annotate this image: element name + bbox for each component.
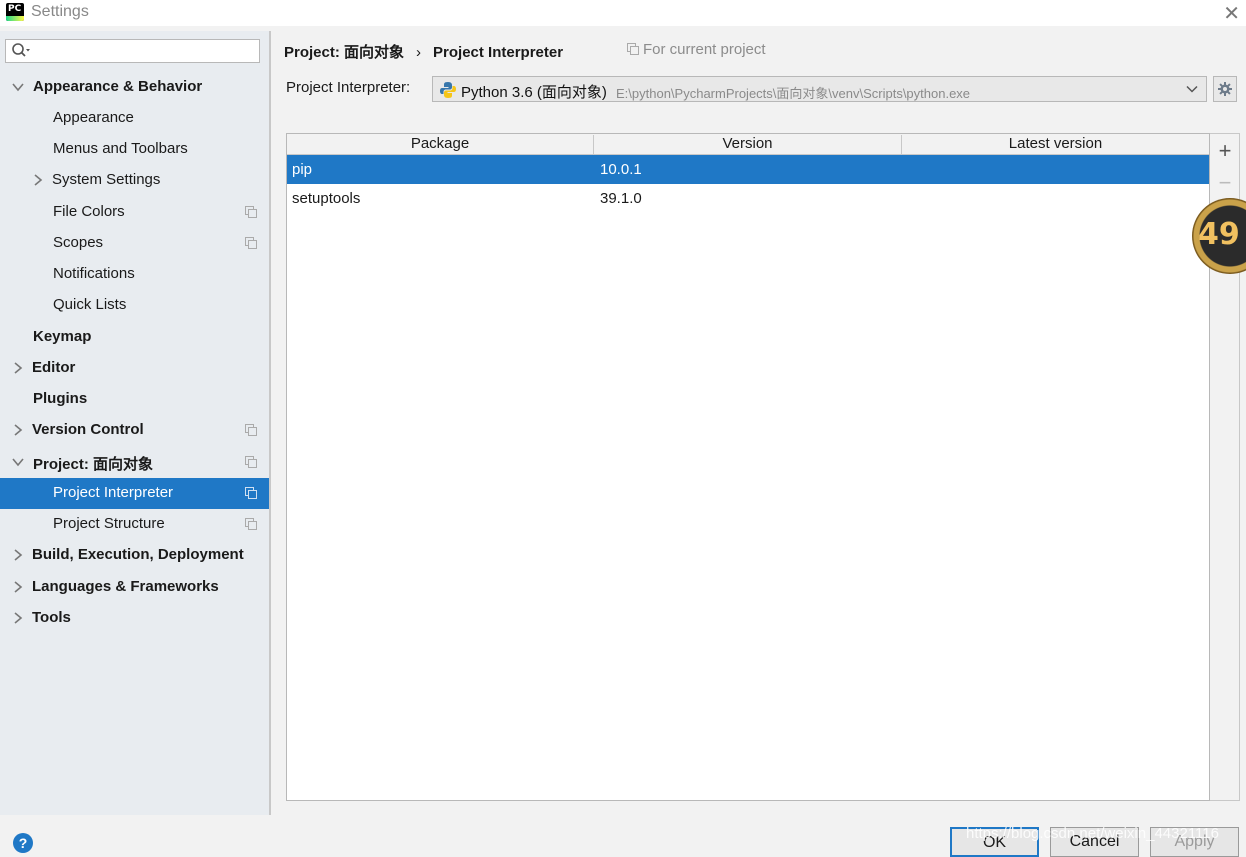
scope-note-text: For current project	[643, 41, 766, 58]
sidebar-item-label: Editor	[32, 359, 76, 376]
search-box[interactable]	[5, 39, 260, 63]
sidebar-item-appearance-behavior[interactable]: Appearance & Behavior	[0, 72, 269, 103]
interpreter-settings-button[interactable]	[1213, 76, 1237, 102]
sidebar-item-label: Quick Lists	[53, 296, 127, 313]
sidebar-item-label: Notifications	[53, 265, 135, 282]
chevron-down-icon[interactable]	[11, 80, 25, 94]
sidebar-item-label: Appearance & Behavior	[33, 78, 203, 95]
overlay-badge-number: 49	[1198, 217, 1240, 252]
package-name: pip	[292, 161, 313, 178]
package-version: 10.0.1	[600, 161, 642, 178]
project-scope-icon	[245, 456, 257, 468]
sidebar-item-quick-lists[interactable]: Quick Lists	[0, 290, 269, 321]
column-header-latest-version[interactable]: Latest version	[902, 135, 1209, 154]
project-scope-icon	[627, 43, 639, 55]
watermark-text: https://blog.csdn.net/weixin_44321116	[966, 825, 1219, 842]
project-scope-icon	[245, 237, 257, 249]
search-icon	[12, 43, 30, 57]
sidebar-item-build-execution-deployment[interactable]: Build, Execution, Deployment	[0, 540, 269, 571]
sidebar-item-project[interactable]: Project: 面向对象	[0, 447, 269, 478]
breadcrumb-current: Project Interpreter	[433, 44, 564, 61]
interpreter-path: E:\python\PycharmProjects\面向对象\venv\Scri…	[616, 86, 971, 101]
project-scope-icon	[245, 487, 257, 499]
sidebar-item-label: Plugins	[33, 390, 88, 407]
sidebar-item-editor[interactable]: Editor	[0, 353, 269, 384]
table-header: Package Version Latest version	[287, 134, 1209, 155]
table-row[interactable]: pip 10.0.1	[287, 155, 1209, 184]
chevron-right-icon[interactable]	[11, 361, 25, 375]
dialog-footer: ? OK Cancel Apply https://blog.csdn.net/…	[0, 815, 1246, 857]
add-package-button[interactable]: +	[1216, 140, 1234, 162]
sidebar-item-notifications[interactable]: Notifications	[0, 259, 269, 290]
sidebar-item-languages-frameworks[interactable]: Languages & Frameworks	[0, 572, 269, 603]
sidebar-item-system-settings[interactable]: System Settings	[0, 165, 269, 196]
sidebar-item-label: File Colors	[53, 203, 125, 220]
sidebar-item-project-structure[interactable]: Project Structure	[0, 509, 269, 540]
sidebar-item-label: System Settings	[52, 171, 161, 188]
chevron-right-icon[interactable]	[11, 580, 25, 594]
interpreter-label: Project Interpreter:	[286, 79, 411, 96]
column-header-package[interactable]: Package	[287, 135, 594, 154]
sidebar-item-tools[interactable]: Tools	[0, 603, 269, 634]
sidebar-item-version-control[interactable]: Version Control	[0, 415, 269, 446]
remove-package-button[interactable]: −	[1216, 172, 1234, 194]
chevron-right-icon[interactable]	[11, 611, 25, 625]
chevron-right-icon[interactable]	[11, 548, 25, 562]
sidebar-item-label: Project Interpreter	[53, 484, 174, 501]
sidebar-item-label: Menus and Toolbars	[53, 140, 188, 157]
sidebar-item-appearance[interactable]: Appearance	[0, 103, 269, 134]
chevron-right-icon[interactable]	[11, 423, 25, 437]
project-scope-icon	[245, 518, 257, 530]
column-header-version[interactable]: Version	[594, 135, 902, 154]
sidebar-item-label: Build, Execution, Deployment	[32, 546, 244, 563]
sidebar-item-scopes[interactable]: Scopes	[0, 228, 269, 259]
package-name: setuptools	[292, 190, 361, 207]
window-title: Settings	[31, 3, 89, 20]
sidebar-item-label: Languages & Frameworks	[32, 578, 219, 595]
package-version: 39.1.0	[600, 190, 642, 207]
sidebar-item-label: Version Control	[32, 421, 144, 438]
chevron-down-icon	[1186, 85, 1198, 93]
sidebar-item-label: Appearance	[53, 109, 134, 126]
settings-sidebar: Appearance & Behavior Appearance Menus a…	[0, 31, 269, 815]
sidebar-item-project-interpreter[interactable]: Project Interpreter	[0, 478, 269, 509]
interpreter-name: Python 3.6 (面向对象)	[461, 84, 607, 101]
close-icon[interactable]: ✕	[1223, 1, 1240, 26]
sidebar-item-label: Project: 面向对象	[33, 456, 154, 473]
sidebar-item-label: Tools	[32, 609, 71, 626]
sidebar-item-menus-toolbars[interactable]: Menus and Toolbars	[0, 134, 269, 165]
breadcrumb-separator: ›	[416, 44, 422, 61]
project-scope-icon	[245, 424, 257, 436]
sidebar-item-plugins[interactable]: Plugins	[0, 384, 269, 415]
chevron-down-icon[interactable]	[11, 455, 25, 469]
python-icon	[440, 82, 456, 98]
gear-icon	[1218, 82, 1232, 96]
breadcrumb: Project: 面向对象 › Project Interpreter	[284, 41, 563, 62]
title-bar: PC Settings ✕	[0, 0, 1246, 26]
scope-note: For current project	[627, 41, 766, 58]
sidebar-divider[interactable]	[269, 31, 271, 815]
sidebar-item-label: Scopes	[53, 234, 104, 251]
pycharm-logo-icon: PC	[6, 3, 24, 21]
breadcrumb-parent[interactable]: Project: 面向对象	[284, 44, 404, 61]
help-button[interactable]: ?	[13, 833, 33, 853]
sidebar-item-label: Keymap	[33, 328, 92, 345]
interpreter-dropdown[interactable]: Python 3.6 (面向对象) E:\python\PycharmProje…	[432, 76, 1207, 102]
search-input[interactable]	[36, 42, 260, 62]
chevron-right-icon[interactable]	[31, 173, 45, 187]
sidebar-item-label: Project Structure	[53, 515, 165, 532]
table-row[interactable]: setuptools 39.1.0	[287, 184, 1209, 213]
project-scope-icon	[245, 206, 257, 218]
sidebar-item-file-colors[interactable]: File Colors	[0, 197, 269, 228]
sidebar-item-keymap[interactable]: Keymap	[0, 322, 269, 353]
packages-table: Package Version Latest version pip 10.0.…	[286, 133, 1210, 801]
